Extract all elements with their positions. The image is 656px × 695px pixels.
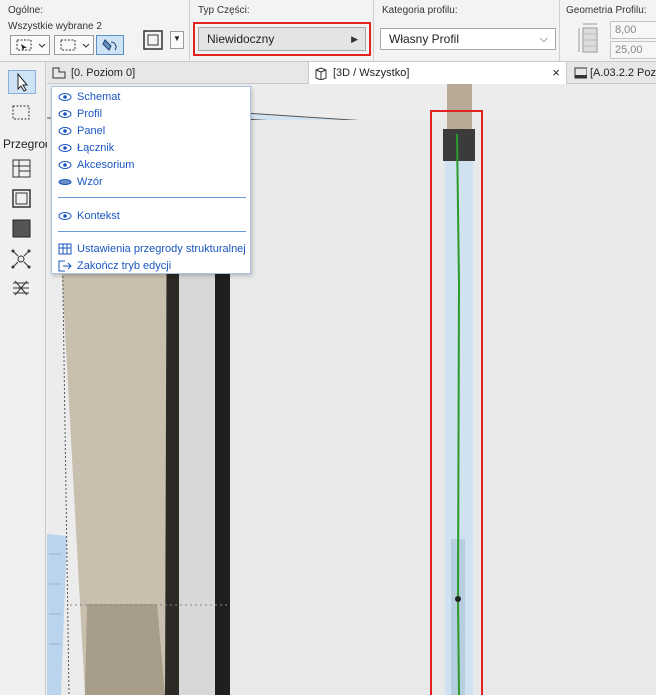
marquee-tool[interactable] [8,102,36,126]
menu-separator [58,231,246,232]
menu-item-panel[interactable]: Panel [58,123,105,139]
part-type-value: Niewidoczny [207,32,275,46]
toolbox-group-label: Przegroc [3,137,52,151]
eye-icon [58,212,72,220]
toolbox: Przegroc [0,62,51,695]
pointer-arrow-icon [17,72,29,92]
menu-item-settings[interactable]: Ustawienia przegrody strukturalnej [58,241,246,257]
menu-item-label: Kontekst [77,210,120,222]
arrow-tool[interactable] [8,70,36,94]
menu-item-label: Wzór [77,176,103,188]
menu-item-wzor[interactable]: Wzór [58,174,103,190]
menu-item-label: Panel [77,125,106,137]
chevron-right-icon: ▶ [351,34,358,44]
marquee-icon [60,39,90,51]
menu-separator [58,197,246,198]
part-visibility-menu: Schemat Profil Panel Łącznik Akcesorium … [51,86,251,274]
profile-category-label: Kategoria profilu: [382,5,458,16]
close-icon[interactable]: × [552,65,560,80]
selection-filter-button[interactable] [54,35,94,55]
menu-item-label: Zakończ tryb edycji [77,260,172,272]
profile-geometry-section: Geometria Profilu: 8,00 25,00 [560,0,656,62]
eye-icon [58,110,72,118]
accessory-tool[interactable] [8,278,36,302]
profile-depth-field[interactable]: 25,00 [610,41,656,59]
tab-3d-view[interactable]: [3D / Wszystko] × [308,62,567,84]
curtain-wall-icon [12,159,31,178]
tab-label: [A.03.2.2 Poz [589,67,656,79]
menu-item-label: Profil [77,108,103,120]
menu-item-lacznik[interactable]: Łącznik [58,140,114,156]
panel-tool[interactable] [8,218,36,242]
menu-item-label: Ustawienia przegrody strukturalnej [77,243,246,255]
info-box-bar: Ogólne: Wszystkie wybrane 2 ▼ Typ Części… [0,0,656,62]
selection-mode-button[interactable] [10,35,50,55]
eye-icon [58,144,72,152]
menu-item-akcesorium[interactable]: Akcesorium [58,157,134,173]
profile-category-value: Własny Profil [389,32,460,46]
profile-width-field[interactable]: 8,00 [610,21,656,39]
select-all-icon [16,39,46,51]
floor-plan-icon [52,67,66,79]
eye-icon [58,93,72,101]
part-type-label: Typ Części: [198,5,250,16]
frame-icon [12,189,31,208]
menu-item-label: Schemat [77,91,121,103]
menu-item-exit-edit[interactable]: Zakończ tryb edycji [58,258,171,274]
profile-geometry-icon [578,23,598,53]
profile-geometry-label: Geometria Profilu: [566,5,647,16]
menu-item-label: Akcesorium [77,159,135,171]
profile-category-dropdown[interactable]: Własny Profil ⌵ [380,28,556,50]
chevron-down-icon: ⌵ [539,33,548,45]
view-tab-bar: [0. Poziom 0] [3D / Wszystko] × [A.03.2.… [47,62,656,84]
tab-floor-plan[interactable]: [0. Poziom 0] [47,62,177,84]
curtain-wall-tool[interactable] [8,158,36,182]
panel-icon [12,219,31,238]
junction-tool[interactable] [8,248,36,272]
magic-wand-button[interactable] [96,35,124,55]
part-type-section: Typ Części: Niewidoczny ▶ [190,0,374,62]
accessory-icon [13,280,29,296]
junction-icon [11,249,31,269]
layout-icon [574,67,587,79]
general-label: Ogólne: [8,5,44,16]
menu-item-kontekst[interactable]: Kontekst [58,208,120,224]
selection-label: Wszystkie wybrane 2 [8,21,102,32]
frame-tool[interactable] [8,188,36,212]
section-view-button[interactable] [140,27,168,53]
chevron-down-icon: ▼ [173,34,181,43]
menu-item-label: Łącznik [77,142,115,154]
tab-label: [3D / Wszystko] [333,67,410,79]
general-section: Ogólne: Wszystkie wybrane 2 ▼ [0,0,190,62]
part-type-dropdown[interactable]: Niewidoczny ▶ [198,27,366,51]
exit-icon [58,260,72,272]
eye-icon [58,127,72,135]
menu-item-profil[interactable]: Profil [58,106,102,122]
eye-closed-icon [58,179,72,185]
grid-settings-icon [58,243,72,255]
eye-icon [58,161,72,169]
marquee-icon [12,105,30,120]
magnet-icon [102,39,117,51]
tab-label: [0. Poziom 0] [71,67,136,79]
menu-item-schemat[interactable]: Schemat [58,89,120,105]
profile-category-section: Kategoria profilu: Własny Profil ⌵ [374,0,560,62]
frame-icon [143,30,163,50]
3d-view-icon [315,67,327,80]
section-view-dropdown[interactable]: ▼ [170,31,184,49]
tab-layout[interactable]: [A.03.2.2 Poz [569,62,656,84]
